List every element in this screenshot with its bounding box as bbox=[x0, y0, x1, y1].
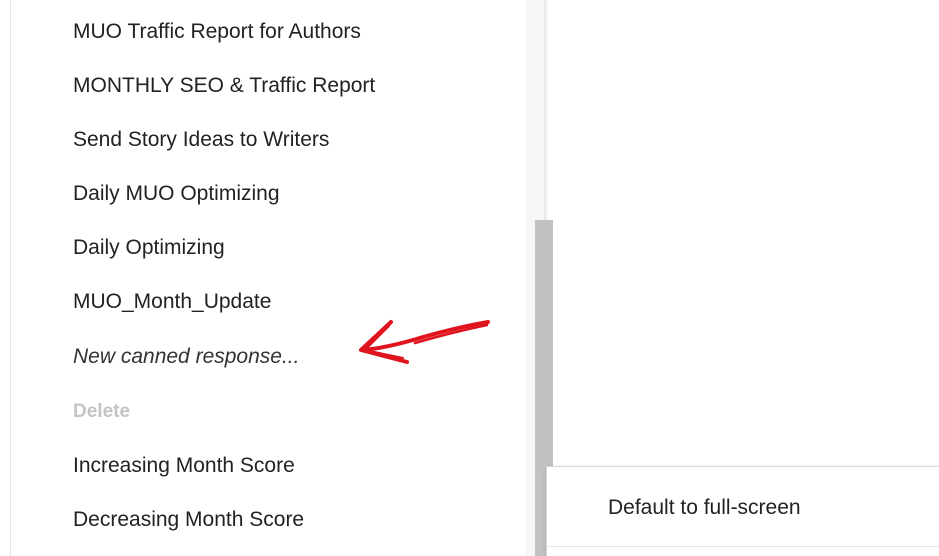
red-arrow-annotation-icon bbox=[359, 320, 490, 364]
options-submenu: Default to full-screen bbox=[546, 466, 939, 556]
menu-item-delete: Delete bbox=[73, 401, 131, 422]
menu-item-decreasing-month-score[interactable]: Decreasing Month Score bbox=[73, 507, 304, 533]
menu-item-monthly-seo-report[interactable]: MONTHLY SEO & Traffic Report bbox=[73, 73, 375, 99]
menu-item-send-story-ideas[interactable]: Send Story Ideas to Writers bbox=[73, 127, 329, 153]
menu-item-daily-optimizing[interactable]: Daily Optimizing bbox=[73, 235, 225, 261]
screenshot-stage: MUO Traffic Report for Authors MONTHLY S… bbox=[0, 0, 939, 556]
default-full-screen-option[interactable]: Default to full-screen bbox=[608, 495, 801, 521]
submenu-divider bbox=[547, 546, 939, 547]
menu-item-muo-traffic-report[interactable]: MUO Traffic Report for Authors bbox=[73, 19, 361, 45]
menu-item-new-canned-response[interactable]: New canned response... bbox=[73, 344, 299, 370]
canned-responses-menu: MUO Traffic Report for Authors MONTHLY S… bbox=[10, 0, 553, 556]
menu-item-muo-month-update[interactable]: MUO_Month_Update bbox=[73, 289, 271, 315]
menu-item-increasing-month-score[interactable]: Increasing Month Score bbox=[73, 453, 295, 479]
menu-item-daily-muo-optimizing[interactable]: Daily MUO Optimizing bbox=[73, 181, 280, 207]
